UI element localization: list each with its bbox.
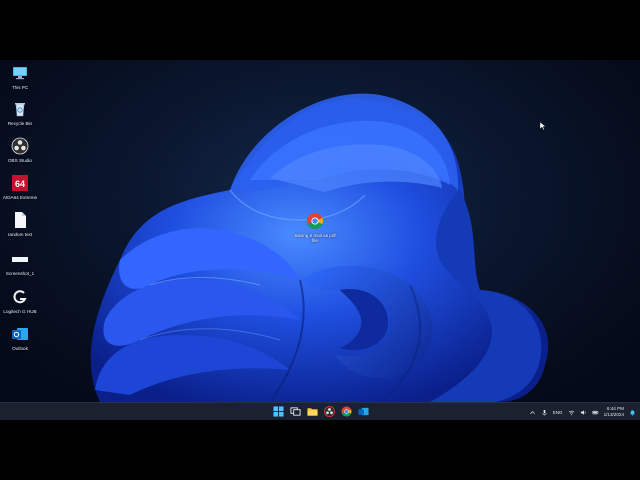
recycle-bin-icon — [15, 103, 25, 117]
desktop-icon-label: This PC — [11, 85, 29, 90]
video-letterbox-top — [0, 0, 640, 60]
desktop-icon-random-text[interactable]: random text — [0, 211, 40, 237]
language-indicator[interactable]: ENG — [553, 410, 563, 415]
video-letterbox-bottom — [0, 420, 640, 480]
task-view-icon — [290, 407, 301, 416]
aida64-icon: 64 — [12, 175, 28, 191]
desktop-icon-label: Outlook — [12, 346, 28, 351]
speaker-icon — [580, 409, 586, 415]
text-file-icon — [15, 212, 26, 228]
chrome-icon — [341, 406, 352, 417]
desktop-icon-saving-email-pdf[interactable]: Saving e mail as pdf file — [291, 212, 339, 244]
volume-indicator[interactable] — [580, 409, 587, 416]
microphone-icon — [542, 409, 547, 416]
desktop-icon-obs-studio[interactable]: OBS Studio — [0, 137, 40, 163]
battery-indicator[interactable] — [592, 409, 599, 416]
taskbar: ENG 6:44 PM 1/13/2024 — [0, 402, 640, 420]
monitor-icon — [13, 67, 27, 80]
desktop-icon-label: Saving e mail as pdf file — [294, 233, 336, 244]
start-button[interactable] — [272, 405, 285, 418]
clock-date: 1/13/2024 — [603, 412, 624, 417]
microphone-indicator[interactable] — [541, 409, 548, 416]
desktop-icon-outlook[interactable]: Outlook — [0, 325, 40, 351]
desktop-icon-label: OBS Studio — [7, 158, 32, 163]
windows-desktop: This PC Recycle Bin OBS Studio 64 AIDA64… — [0, 60, 640, 420]
bell-icon — [630, 409, 635, 416]
network-indicator[interactable] — [568, 409, 575, 416]
show-hidden-icons-button[interactable] — [529, 409, 536, 416]
obs-icon — [324, 406, 335, 417]
task-view-button[interactable] — [289, 405, 302, 418]
wifi-icon — [568, 410, 574, 415]
notification-button[interactable] — [629, 409, 636, 416]
image-file-icon — [12, 257, 28, 262]
outlook-taskbar-button[interactable] — [357, 405, 370, 418]
taskbar-app-buttons — [272, 405, 370, 418]
chrome-icon — [307, 213, 323, 229]
windows-start-icon — [273, 406, 284, 417]
obs-taskbar-button[interactable] — [323, 405, 336, 418]
battery-icon — [592, 410, 598, 414]
desktop-icon-label: Screenshot_1 — [5, 271, 35, 276]
desktop-icon-screenshot[interactable]: Screenshot_1 — [0, 250, 40, 276]
outlook-icon — [12, 328, 28, 340]
desktop-icon-label: random text — [7, 232, 33, 237]
desktop-icon-logitech-g-hub[interactable]: Logitech G HUB — [0, 288, 40, 314]
logitech-icon — [13, 290, 27, 304]
chrome-taskbar-button[interactable] — [340, 405, 353, 418]
desktop-icon-label: Recycle Bin — [7, 121, 33, 126]
file-explorer-button[interactable] — [306, 405, 319, 418]
taskbar-clock[interactable]: 6:44 PM 1/13/2024 — [604, 406, 624, 417]
chevron-up-icon — [529, 410, 535, 414]
obs-icon — [11, 137, 29, 155]
desktop-icon-recycle-bin[interactable]: Recycle Bin — [0, 100, 40, 126]
desktop-icon-this-pc[interactable]: This PC — [0, 64, 40, 90]
file-explorer-icon — [307, 408, 318, 416]
desktop-icon-label: Logitech G HUB — [3, 309, 37, 314]
desktop-icon-label: AIDA64 Extreme — [2, 195, 38, 200]
desktop-icon-aida64[interactable]: 64 AIDA64 Extreme — [0, 174, 40, 200]
system-tray: ENG 6:44 PM 1/13/2024 — [529, 403, 636, 420]
svg-text:64: 64 — [15, 179, 25, 189]
mouse-cursor-icon — [540, 122, 546, 130]
outlook-icon — [358, 407, 369, 416]
